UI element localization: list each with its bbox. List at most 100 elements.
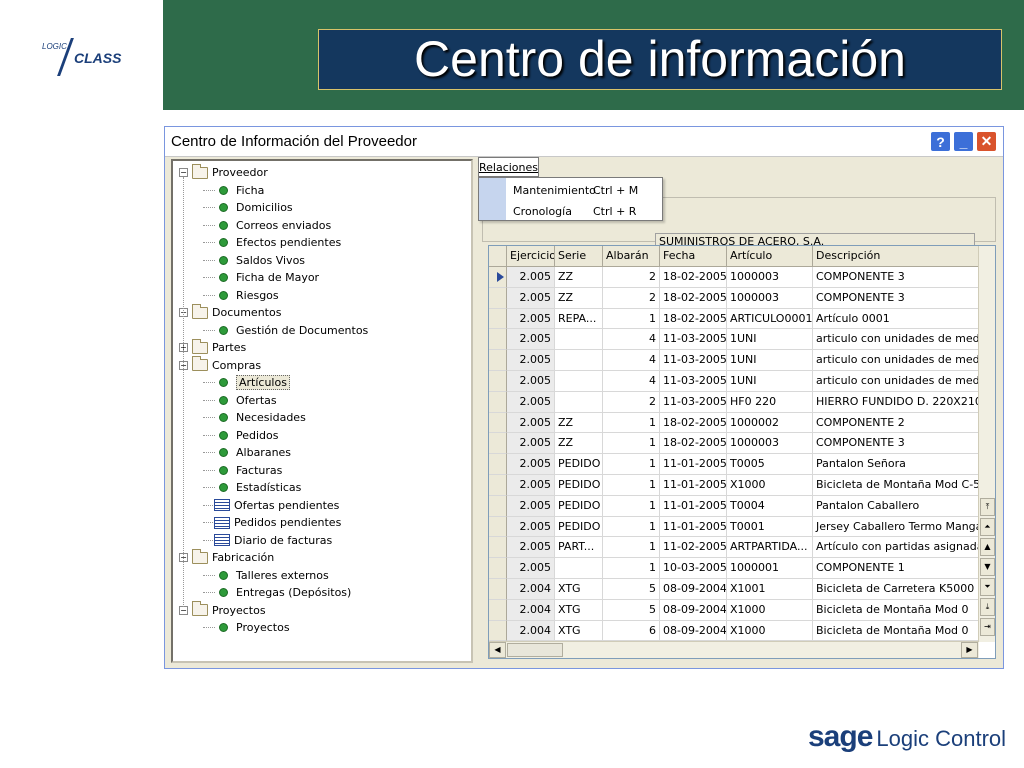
window-titlebar[interactable]: Centro de Información del Proveedor ? _ …: [165, 127, 1003, 157]
scroll-up-icon[interactable]: ▲: [980, 538, 995, 556]
horizontal-scrollbar[interactable]: ◀ ▶: [489, 641, 979, 658]
tree-item[interactable]: + Partes: [179, 338, 246, 356]
first-record-icon[interactable]: ⤒: [980, 498, 995, 516]
table-row[interactable]: 2.005 PEDIDO 1 11-01-2005 T0004 Pantalon Caba…: [489, 495, 988, 517]
table-row[interactable]: 2.005 PEDIDO 1 11-01-2005 T0001 Jersey Caball…: [489, 516, 988, 538]
export-icon[interactable]: ⇥: [980, 618, 995, 636]
tree-item[interactable]: − Compras: [179, 356, 261, 374]
row-selector[interactable]: [489, 287, 507, 309]
row-selector[interactable]: [489, 537, 507, 559]
row-selector[interactable]: [489, 578, 507, 600]
tree-item[interactable]: − Proveedor: [179, 163, 268, 181]
last-record-icon[interactable]: ⤓: [980, 598, 995, 616]
tree-item-label: Diario de facturas: [234, 533, 333, 547]
help-button[interactable]: ?: [930, 131, 951, 152]
minimize-button[interactable]: _: [953, 131, 974, 152]
tree-item[interactable]: Efectos pendientes: [219, 234, 341, 251]
row-selector[interactable]: [489, 495, 507, 517]
tree-item[interactable]: Diario de facturas: [214, 532, 332, 549]
table-row[interactable]: 2.005 REPA... 1 18-02-2005 ARTICULO0001 Artíc…: [489, 308, 988, 330]
tree-item[interactable]: − Proyectos: [179, 601, 266, 619]
collapse-icon[interactable]: −: [179, 168, 188, 177]
page-down-icon[interactable]: ⏷: [980, 578, 995, 596]
table-row[interactable]: 2.005 1 10-03-2005 1000001 COMPONENTE 1: [489, 558, 988, 579]
tree-item[interactable]: Proyectos: [219, 619, 290, 636]
tree-item[interactable]: Albaranes: [219, 444, 291, 461]
tree-item[interactable]: Estadísticas: [219, 479, 301, 496]
menu-item-cronologia[interactable]: Cronología Ctrl + R: [513, 205, 663, 218]
column-header[interactable]: Descripción: [813, 246, 988, 267]
table-row[interactable]: 2.005 2 11-03-2005 HF0 220 HIERRO FUNDIDO D.…: [489, 391, 988, 413]
row-selector[interactable]: [489, 370, 507, 392]
sage-logo-word: sage: [808, 720, 873, 753]
table-row[interactable]: 2.004 XTG 5 08-09-2004 X1001 Bicicleta de Car…: [489, 578, 988, 600]
row-selector[interactable]: [489, 558, 507, 579]
tree-item[interactable]: Ficha de Mayor: [219, 269, 319, 286]
scroll-left-icon[interactable]: ◀: [489, 642, 506, 658]
tree-item[interactable]: Riesgos: [219, 287, 279, 304]
horizontal-scroll-thumb[interactable]: [507, 643, 563, 657]
row-selector[interactable]: [489, 391, 507, 413]
logic-control-word: Logic Control: [876, 726, 1007, 751]
close-button[interactable]: ✕: [976, 131, 997, 152]
tree-item[interactable]: Saldos Vivos: [219, 252, 305, 269]
table-row[interactable]: 2.005 4 11-03-2005 1UNI articulo con unidade…: [489, 370, 988, 392]
table-row[interactable]: 2.005 PEDIDO 1 11-01-2005 T0005 Pantalon Seño…: [489, 454, 988, 475]
scroll-down-icon[interactable]: ▼: [980, 558, 995, 576]
tree-item[interactable]: Ficha: [219, 182, 264, 199]
row-selector[interactable]: [489, 350, 507, 371]
table-row[interactable]: 2.004 XTG 5 08-09-2004 X1000 Bicicleta de Mon…: [489, 599, 988, 621]
table-row[interactable]: 2.005 ZZ 1 18-02-2005 1000003 COMPONENTE 3: [489, 433, 988, 455]
table-row[interactable]: 2.005 ZZ 2 18-02-2005 1000003 COMPONENTE 3: [489, 287, 988, 309]
tree-item[interactable]: Ofertas pendientes: [214, 497, 339, 514]
table-row[interactable]: 2.005 ZZ 1 18-02-2005 1000002 COMPONENTE 2: [489, 412, 988, 434]
table-row[interactable]: 2.005 4 11-03-2005 1UNI articulo con unidade…: [489, 329, 988, 351]
page-up-icon[interactable]: ⏶: [980, 518, 995, 536]
tree-item-label: Proveedor: [212, 166, 268, 179]
row-selector[interactable]: [489, 329, 507, 351]
tree-item[interactable]: Ofertas: [219, 392, 277, 409]
tree-item[interactable]: Talleres externos: [219, 567, 329, 584]
tree-item[interactable]: Entregas (Depósitos): [219, 584, 351, 601]
column-header[interactable]: Artículo: [727, 246, 813, 267]
articles-grid[interactable]: Ejercicio Serie Albarán Fecha Artículo Descri…: [488, 245, 996, 659]
column-header[interactable]: Ejercicio: [507, 246, 555, 267]
row-selector[interactable]: [489, 516, 507, 538]
row-selector[interactable]: [489, 474, 507, 496]
tree-item[interactable]: − Fabricación: [179, 548, 274, 566]
column-header[interactable]: Albarán: [603, 246, 660, 267]
tree-item-label: Gestión de Documentos: [236, 323, 369, 337]
tree-item[interactable]: − Documentos: [179, 303, 281, 321]
table-cell: 2.005: [507, 329, 555, 351]
vertical-scrollbar[interactable]: ⤒ ⏶ ▲ ▼ ⏷ ⤓ ⇥: [978, 246, 995, 642]
table-row[interactable]: 2.005 PEDIDO 1 11-01-2005 X1000 Bicicleta de …: [489, 474, 988, 496]
row-selector[interactable]: [489, 599, 507, 621]
row-selector[interactable]: [489, 433, 507, 455]
menu-relaciones[interactable]: Relaciones: [478, 157, 539, 177]
table-row[interactable]: 2.005 PART... 1 11-02-2005 ARTPARTIDA... Artí…: [489, 537, 988, 559]
scroll-right-icon[interactable]: ▶: [961, 642, 978, 658]
table-row[interactable]: 2.005 ZZ 2 18-02-2005 1000003 COMPONENTE 3: [489, 267, 988, 288]
tree-item[interactable]: Correos enviados: [219, 217, 331, 234]
row-selector[interactable]: [489, 620, 507, 642]
column-header[interactable]: Fecha: [660, 246, 727, 267]
tree-item[interactable]: Pedidos pendientes: [214, 514, 341, 531]
tree-item[interactable]: Necesidades: [219, 409, 306, 426]
table-row[interactable]: 2.005 4 11-03-2005 1UNI articulo con unidade…: [489, 350, 988, 371]
tree-item[interactable]: Domicilios: [219, 199, 293, 216]
navigation-tree[interactable]: − Proveedor Ficha Domicilios Correos enviado…: [171, 159, 473, 663]
menu-item-mantenimiento[interactable]: Mantenimiento Ctrl + M: [513, 184, 663, 197]
tree-item[interactable]: Facturas: [219, 462, 282, 479]
tree-item[interactable]: Artículos: [219, 374, 290, 391]
row-selector[interactable]: [489, 308, 507, 330]
row-selector[interactable]: [489, 454, 507, 475]
column-header[interactable]: Serie: [555, 246, 603, 267]
current-row-indicator-icon[interactable]: [489, 267, 507, 288]
tree-item[interactable]: Gestión de Documentos: [219, 322, 368, 339]
table-cell: 11-01-2005: [660, 454, 727, 475]
row-selector[interactable]: [489, 412, 507, 434]
tree-item[interactable]: Pedidos: [219, 427, 279, 444]
table-row[interactable]: 2.004 XTG 6 08-09-2004 X1000 Bicicleta de Mon…: [489, 620, 988, 642]
folder-icon: [192, 548, 208, 564]
tree-connector: [203, 627, 215, 628]
